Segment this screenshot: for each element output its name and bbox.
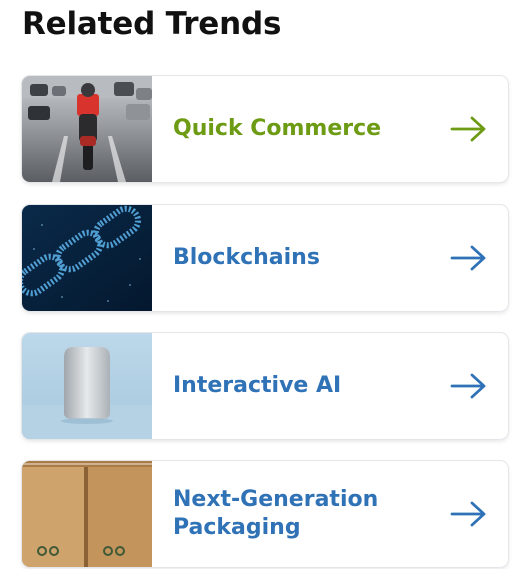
trend-label: Next-Generation Packaging [173, 487, 379, 540]
arrow-right-icon [450, 116, 486, 142]
trend-label: Interactive AI [173, 373, 342, 398]
trend-card-interactive-ai[interactable]: Interactive AI [22, 333, 508, 439]
section-title: Related Trends [22, 6, 282, 42]
trend-card-next-generation-packaging[interactable]: Next-Generation Packaging [22, 461, 508, 567]
arrow-right-icon [450, 501, 486, 527]
related-trends-section: Related Trends Quick Commerce Blockchain… [0, 0, 514, 569]
arrow-right-icon [450, 245, 486, 271]
cardboard-boxes-image [22, 461, 152, 567]
smart-speaker-image [22, 333, 152, 439]
motorbike-delivery-image [22, 76, 152, 182]
trend-label: Quick Commerce [173, 116, 382, 141]
arrow-right-icon [450, 373, 486, 399]
trend-card-blockchains[interactable]: Blockchains [22, 205, 508, 311]
trend-label: Blockchains [173, 245, 320, 270]
digital-chain-image [22, 205, 152, 311]
trend-card-quick-commerce[interactable]: Quick Commerce [22, 76, 508, 182]
